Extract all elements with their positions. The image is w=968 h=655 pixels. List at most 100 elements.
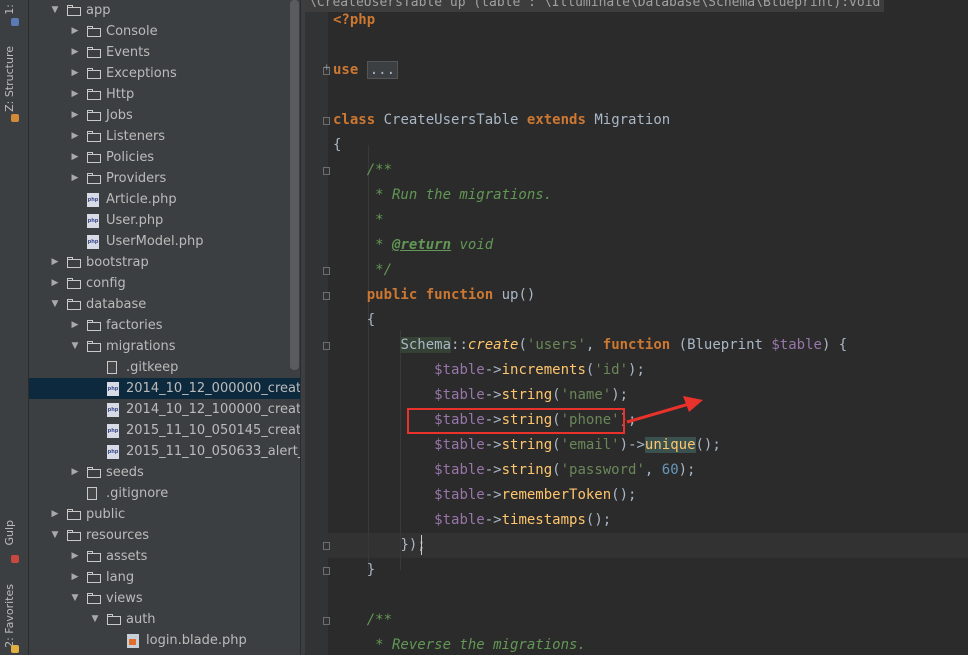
tree-folder[interactable]: ▶ assets: [29, 546, 301, 567]
collapse-arrow-icon[interactable]: ▼: [89, 609, 101, 630]
tree-folder[interactable]: ▼ resources: [29, 525, 301, 546]
expand-arrow-icon[interactable]: ▶: [69, 462, 81, 483]
project-scrollbar[interactable]: [290, 0, 299, 370]
folder-icon: [87, 320, 101, 331]
expand-arrow-icon[interactable]: ▶: [69, 63, 81, 84]
tree-folder[interactable]: ▶ seeds: [29, 462, 301, 483]
tree-file[interactable]: php 2014_10_12_000000_create_: [29, 378, 301, 399]
tree-file[interactable]: php Article.php: [29, 189, 301, 210]
expand-arrow-icon[interactable]: ▶: [69, 546, 81, 567]
tree-folder[interactable]: ▼ app: [29, 0, 301, 21]
tree-file[interactable]: .gitignore: [29, 483, 301, 504]
method-name: up: [501, 287, 519, 303]
editor-gutter: [305, 0, 328, 655]
tree-item-label: resources: [86, 528, 150, 543]
closure-open: ) {: [821, 337, 848, 353]
folder-icon: [87, 26, 101, 37]
code-editor[interactable]: \CreateUsersTable up (table : \Illuminat…: [305, 0, 968, 655]
tree-folder[interactable]: ▶ Http: [29, 84, 301, 105]
code-line: public function up(): [333, 283, 536, 308]
doc-comment: /**: [366, 162, 393, 178]
collapse-arrow-icon[interactable]: ▼: [49, 0, 61, 21]
expand-arrow-icon[interactable]: ▶: [69, 567, 81, 588]
tree-file[interactable]: php UserModel.php: [29, 231, 301, 252]
arrow-operator: ->: [628, 437, 645, 453]
expand-arrow-icon[interactable]: ▶: [49, 504, 61, 525]
collapse-arrow-icon[interactable]: ▼: [69, 336, 81, 357]
fold-icon[interactable]: [323, 617, 330, 625]
table-variable: $table: [434, 512, 485, 528]
project-tree-panel: ▼ app ▶ Console ▶ Events ▶ Exceptions ▶ Http ▶ Jobs…: [29, 0, 301, 655]
expand-arrow-icon[interactable]: ▶: [69, 126, 81, 147]
tree-item-label: User.php: [106, 213, 164, 228]
editor-breadcrumb[interactable]: \CreateUsersTable up (table : \Illuminat…: [305, 0, 885, 12]
tree-folder[interactable]: ▶ public: [29, 504, 301, 525]
tree-file[interactable]: php 2014_10_12_100000_create_: [29, 399, 301, 420]
tree-folder[interactable]: ▶ Events: [29, 42, 301, 63]
tree-folder[interactable]: ▶ Console: [29, 21, 301, 42]
folder-icon: [87, 341, 101, 352]
collapse-arrow-icon[interactable]: ▼: [49, 525, 61, 546]
fold-icon[interactable]: [323, 117, 330, 125]
expand-arrow-icon[interactable]: ▶: [49, 273, 61, 294]
text-cursor: [421, 535, 422, 555]
expand-arrow-icon[interactable]: ▶: [69, 84, 81, 105]
tree-item-label: app: [86, 3, 111, 18]
tree-folder[interactable]: ▶ lang: [29, 567, 301, 588]
folder-icon: [87, 467, 101, 478]
extends-keyword: extends: [526, 112, 586, 128]
fold-icon[interactable]: [323, 292, 330, 300]
project-tab[interactable]: 1:: [3, 4, 16, 15]
fold-expand-icon[interactable]: [323, 63, 331, 75]
brace: {: [366, 312, 376, 328]
tree-folder[interactable]: ▶ factories: [29, 315, 301, 336]
expand-arrow-icon[interactable]: ▶: [49, 252, 61, 273]
tree-item-label: assets: [106, 549, 148, 564]
folder-icon: [67, 299, 81, 310]
fold-icon[interactable]: [323, 542, 330, 550]
fold-icon[interactable]: [323, 267, 330, 275]
expand-arrow-icon[interactable]: ▶: [69, 315, 81, 336]
tree-file[interactable]: login.blade.php: [29, 630, 301, 651]
tree-file[interactable]: php User.php: [29, 210, 301, 231]
function-keyword: function: [602, 337, 671, 353]
folder-icon: [87, 173, 101, 184]
tree-folder[interactable]: ▶ config: [29, 273, 301, 294]
tree-item-label: public: [86, 507, 126, 522]
table-variable: $table: [434, 362, 485, 378]
collapse-arrow-icon[interactable]: ▼: [69, 588, 81, 609]
tree-file[interactable]: .gitkeep: [29, 357, 301, 378]
doc-comment: *: [366, 212, 384, 228]
tree-folder[interactable]: ▶ Exceptions: [29, 63, 301, 84]
favorites-tab[interactable]: 2: Favorites: [3, 584, 16, 648]
fold-icon[interactable]: [323, 167, 330, 175]
tree-item-label: Console: [106, 24, 158, 39]
tree-file[interactable]: php 2015_11_10_050633_alert_ar: [29, 441, 301, 462]
code-line: });: [333, 533, 425, 558]
tree-folder[interactable]: ▶ Policies: [29, 147, 301, 168]
fold-icon[interactable]: [323, 342, 330, 350]
expand-arrow-icon[interactable]: ▶: [69, 42, 81, 63]
tree-item-label: Http: [106, 87, 135, 102]
tree-folder[interactable]: ▶ Providers: [29, 168, 301, 189]
doc-comment: *: [366, 237, 393, 253]
tree-file[interactable]: php 2015_11_10_050145_create_: [29, 420, 301, 441]
collapse-arrow-icon[interactable]: ▼: [49, 294, 61, 315]
expand-arrow-icon[interactable]: ▶: [69, 21, 81, 42]
gulp-tab[interactable]: Gulp: [3, 520, 16, 546]
tree-folder[interactable]: ▼ migrations: [29, 336, 301, 357]
tree-folder[interactable]: ▶ Listeners: [29, 126, 301, 147]
folder-icon: [107, 614, 121, 625]
expand-arrow-icon[interactable]: ▶: [69, 147, 81, 168]
expand-arrow-icon[interactable]: ▶: [69, 105, 81, 126]
tree-folder[interactable]: ▶ bootstrap: [29, 252, 301, 273]
tree-folder[interactable]: ▼ database: [29, 294, 301, 315]
collapsed-imports[interactable]: ...: [366, 61, 399, 79]
tree-folder[interactable]: ▶ Jobs: [29, 105, 301, 126]
structure-tab[interactable]: Z: Structure: [3, 46, 16, 112]
tree-folder[interactable]: ▼ views: [29, 588, 301, 609]
fold-icon[interactable]: [323, 567, 330, 575]
expand-arrow-icon[interactable]: ▶: [69, 168, 81, 189]
tree-folder[interactable]: ▼ auth: [29, 609, 301, 630]
arrow-operator: ->: [484, 437, 502, 453]
